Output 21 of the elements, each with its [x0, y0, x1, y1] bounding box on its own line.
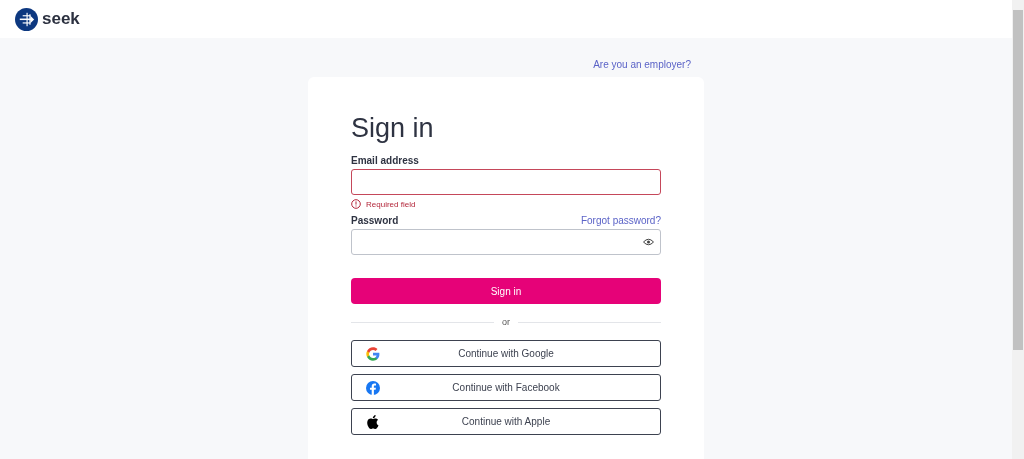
field-label: Email address [351, 155, 420, 166]
logo-link[interactable]: seek [15, 7, 80, 31]
error-message: Required field [366, 199, 416, 209]
google-icon [366, 346, 380, 361]
apple-icon [366, 414, 379, 429]
field-label: Password [351, 215, 399, 226]
error-icon [351, 199, 361, 209]
page-title: Sign in [351, 113, 435, 144]
sign-in-button[interactable]: Sign in [351, 278, 661, 304]
social-sign-in-button[interactable]: Continue with Facebook [351, 374, 661, 401]
logo-icon [15, 7, 38, 31]
facebook-icon [366, 380, 380, 395]
divider-text: or [502, 317, 510, 327]
employer-link[interactable]: Are you an employer? [593, 59, 691, 70]
password-field[interactable] [351, 229, 661, 255]
scrollbar[interactable] [1012, 0, 1024, 459]
forgot-password-link[interactable]: Forgot password? [580, 215, 661, 226]
email-field[interactable] [351, 169, 661, 195]
social-sign-in-button[interactable]: Continue with Apple [351, 408, 661, 435]
social-sign-in-button[interactable]: Continue with Google [351, 340, 661, 367]
eye-icon[interactable] [643, 238, 654, 246]
